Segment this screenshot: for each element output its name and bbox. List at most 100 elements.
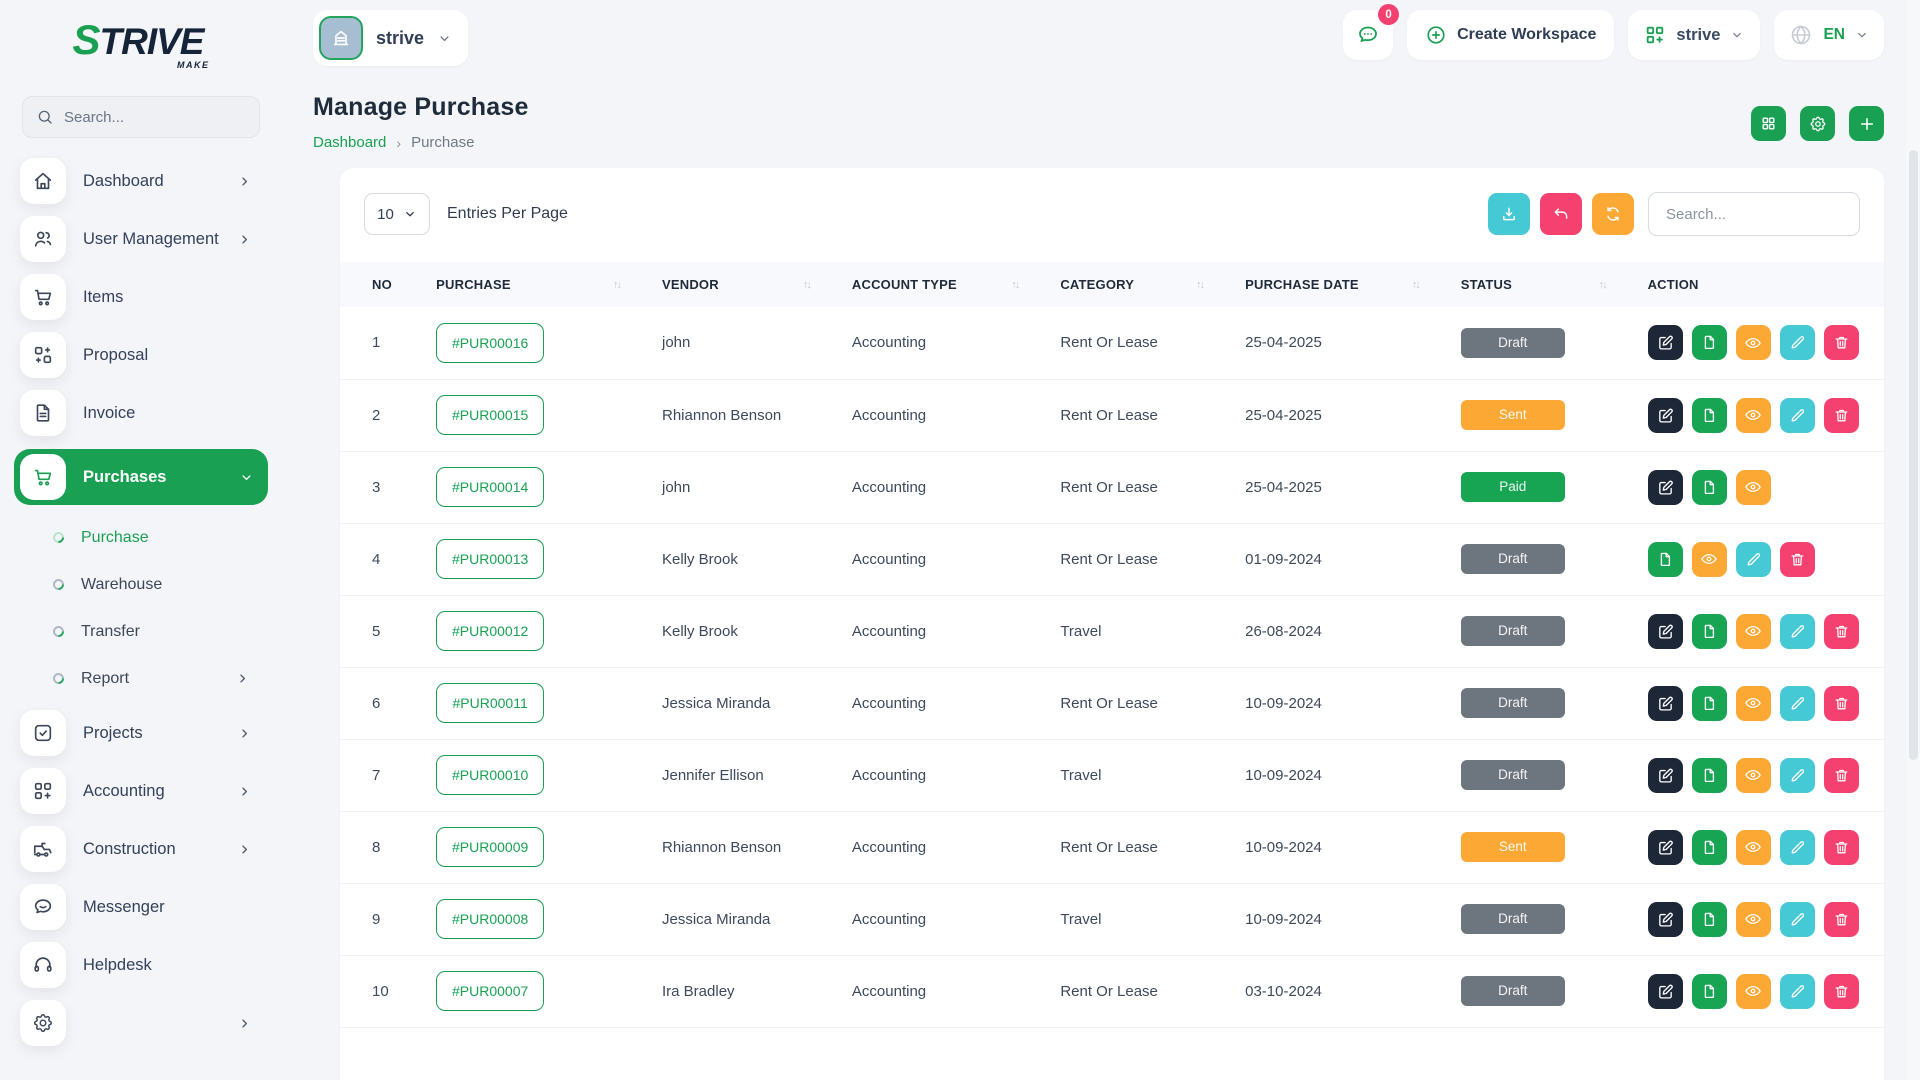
- column-header-status[interactable]: STATUS↑↓: [1451, 262, 1638, 307]
- eye-action-button[interactable]: [1736, 325, 1771, 360]
- purchase-id-button[interactable]: #PUR00008: [436, 899, 544, 939]
- sidebar-search[interactable]: [22, 96, 260, 138]
- trash-action-button[interactable]: [1780, 542, 1815, 577]
- trash-action-button[interactable]: [1824, 902, 1859, 937]
- file-action-button[interactable]: [1692, 325, 1727, 360]
- column-header-vendor[interactable]: VENDOR↑↓: [652, 262, 842, 307]
- purchase-id-button[interactable]: #PUR00013: [436, 539, 544, 579]
- pencil-action-button[interactable]: [1736, 542, 1771, 577]
- sidebar-item-settings[interactable]: Settings: [20, 996, 262, 1050]
- sidebar-item-projects[interactable]: Projects: [20, 706, 262, 760]
- trash-action-button[interactable]: [1824, 325, 1859, 360]
- file-action-button[interactable]: [1692, 614, 1727, 649]
- pencil-action-button[interactable]: [1780, 758, 1815, 793]
- sidebar-item-helpdesk[interactable]: Helpdesk: [20, 938, 262, 992]
- trash-action-button[interactable]: [1824, 398, 1859, 433]
- grid-view-button[interactable]: [1751, 106, 1786, 141]
- eye-action-button[interactable]: [1736, 902, 1771, 937]
- edit-action-button[interactable]: [1648, 902, 1683, 937]
- eye-action-button[interactable]: [1736, 398, 1771, 433]
- pencil-action-button[interactable]: [1780, 686, 1815, 721]
- refresh-button[interactable]: [1592, 193, 1634, 235]
- sidebar-item-user-management[interactable]: User Management: [20, 212, 262, 266]
- create-workspace-button[interactable]: Create Workspace: [1407, 10, 1614, 60]
- file-action-button[interactable]: [1692, 974, 1727, 1009]
- pencil-action-button[interactable]: [1780, 974, 1815, 1009]
- sidebar-subitem-purchase[interactable]: Purchase: [20, 514, 262, 561]
- trash-action-button[interactable]: [1824, 830, 1859, 865]
- pencil-action-button[interactable]: [1780, 398, 1815, 433]
- settings-button[interactable]: [1800, 106, 1835, 141]
- language-selector[interactable]: EN: [1774, 10, 1884, 60]
- sort-icon[interactable]: ↑↓: [1599, 279, 1606, 291]
- pencil-action-button[interactable]: [1780, 830, 1815, 865]
- purchase-id-button[interactable]: #PUR00007: [436, 971, 544, 1011]
- eye-action-button[interactable]: [1736, 758, 1771, 793]
- table-search-input[interactable]: [1648, 192, 1860, 236]
- sidebar-item-messenger[interactable]: Messenger: [20, 880, 262, 934]
- sidebar-search-input[interactable]: [64, 109, 263, 126]
- edit-action-button[interactable]: [1648, 686, 1683, 721]
- messages-button[interactable]: 0: [1343, 10, 1393, 60]
- sort-icon[interactable]: ↑↓: [1412, 279, 1419, 291]
- pencil-action-button[interactable]: [1780, 902, 1815, 937]
- eye-action-button[interactable]: [1736, 974, 1771, 1009]
- purchase-id-button[interactable]: #PUR00016: [436, 323, 544, 363]
- column-header-purchase[interactable]: PURCHASE↑↓: [426, 262, 652, 307]
- sidebar-item-proposal[interactable]: Proposal: [20, 328, 262, 382]
- file-action-button[interactable]: [1692, 686, 1727, 721]
- purchase-id-button[interactable]: #PUR00014: [436, 467, 544, 507]
- sort-icon[interactable]: ↑↓: [803, 279, 810, 291]
- sidebar-item-dashboard[interactable]: Dashboard: [20, 154, 262, 208]
- entries-per-page-select[interactable]: 10: [364, 193, 430, 235]
- sidebar-item-accounting[interactable]: Accounting: [20, 764, 262, 818]
- file-action-button[interactable]: [1648, 542, 1683, 577]
- column-header-purchase-date[interactable]: PURCHASE DATE↑↓: [1235, 262, 1451, 307]
- trash-action-button[interactable]: [1824, 974, 1859, 1009]
- eye-action-button[interactable]: [1736, 470, 1771, 505]
- eye-action-button[interactable]: [1692, 542, 1727, 577]
- edit-action-button[interactable]: [1648, 830, 1683, 865]
- edit-action-button[interactable]: [1648, 398, 1683, 433]
- pencil-action-button[interactable]: [1780, 325, 1815, 360]
- edit-action-button[interactable]: [1648, 470, 1683, 505]
- column-header-category[interactable]: CATEGORY↑↓: [1050, 262, 1235, 307]
- purchase-id-button[interactable]: #PUR00010: [436, 755, 544, 795]
- breadcrumb-dashboard-link[interactable]: Dashboard: [313, 134, 386, 151]
- eye-action-button[interactable]: [1736, 830, 1771, 865]
- edit-action-button[interactable]: [1648, 325, 1683, 360]
- sidebar-subitem-transfer[interactable]: Transfer: [20, 608, 262, 655]
- purchase-id-button[interactable]: #PUR00012: [436, 611, 544, 651]
- edit-action-button[interactable]: [1648, 758, 1683, 793]
- sidebar-item-invoice[interactable]: Invoice: [20, 386, 262, 440]
- sort-icon[interactable]: ↑↓: [1011, 279, 1018, 291]
- column-header-account-type[interactable]: ACCOUNT TYPE↑↓: [842, 262, 1050, 307]
- purchase-id-button[interactable]: #PUR00011: [436, 683, 544, 723]
- pencil-action-button[interactable]: [1780, 614, 1815, 649]
- file-action-button[interactable]: [1692, 902, 1727, 937]
- file-action-button[interactable]: [1692, 830, 1727, 865]
- workspace-dropdown[interactable]: strive: [1628, 10, 1760, 60]
- undo-button[interactable]: [1540, 193, 1582, 235]
- sidebar-subitem-warehouse[interactable]: Warehouse: [20, 561, 262, 608]
- sidebar-item-construction[interactable]: Construction: [20, 822, 262, 876]
- workspace-selector[interactable]: strive: [313, 10, 468, 66]
- file-action-button[interactable]: [1692, 398, 1727, 433]
- trash-action-button[interactable]: [1824, 614, 1859, 649]
- file-action-button[interactable]: [1692, 470, 1727, 505]
- edit-action-button[interactable]: [1648, 614, 1683, 649]
- sidebar-subitem-report[interactable]: Report: [20, 655, 262, 702]
- page-scrollbar[interactable]: [1906, 0, 1920, 1080]
- trash-action-button[interactable]: [1824, 758, 1859, 793]
- export-download-button[interactable]: [1488, 193, 1530, 235]
- purchase-id-button[interactable]: #PUR00009: [436, 827, 544, 867]
- trash-action-button[interactable]: [1824, 686, 1859, 721]
- eye-action-button[interactable]: [1736, 614, 1771, 649]
- scrollbar-thumb[interactable]: [1909, 150, 1918, 760]
- sort-icon[interactable]: ↑↓: [1196, 279, 1203, 291]
- edit-action-button[interactable]: [1648, 974, 1683, 1009]
- sort-icon[interactable]: ↑↓: [613, 279, 620, 291]
- add-purchase-button[interactable]: [1849, 106, 1884, 141]
- file-action-button[interactable]: [1692, 758, 1727, 793]
- eye-action-button[interactable]: [1736, 686, 1771, 721]
